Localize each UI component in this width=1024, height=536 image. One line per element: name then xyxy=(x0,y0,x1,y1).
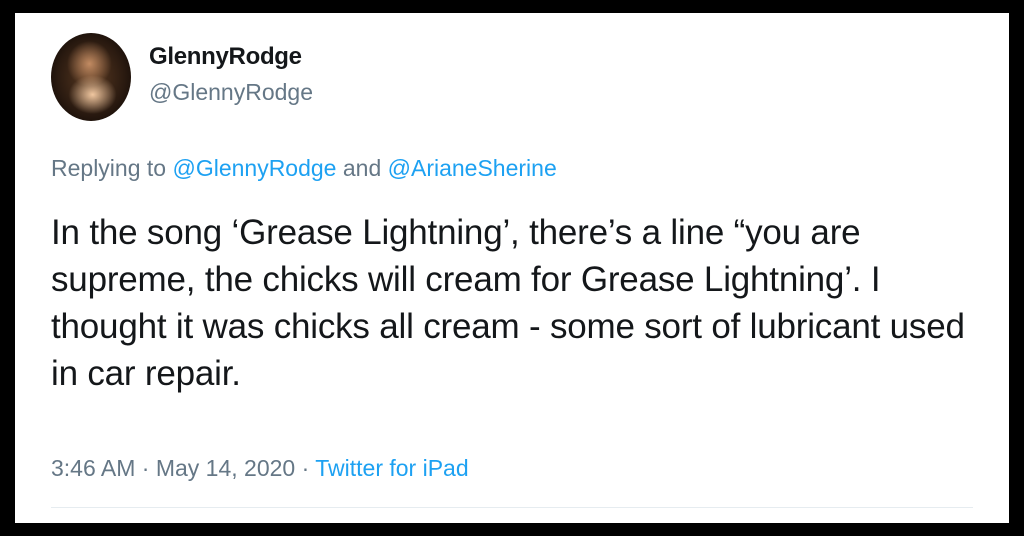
tweet-date[interactable]: May 14, 2020 xyxy=(156,455,295,481)
mention-arianesherine-link[interactable]: @ArianeSherine xyxy=(388,155,557,181)
tweet-meta: 3:46 AM · May 14, 2020 · Twitter for iPa… xyxy=(51,455,469,482)
meta-separator: · xyxy=(295,455,316,481)
mention-glennyrodge-link[interactable]: @GlennyRodge xyxy=(172,155,336,181)
tweet-time[interactable]: 3:46 AM xyxy=(51,455,135,481)
tweet-card: GlennyRodge @GlennyRodge Replying to @Gl… xyxy=(15,13,1009,523)
user-handle[interactable]: @GlennyRodge xyxy=(149,79,313,106)
tweet-source-link[interactable]: Twitter for iPad xyxy=(315,455,468,481)
replying-to-conjunction: and xyxy=(336,155,388,181)
divider xyxy=(51,507,973,508)
replying-to-prefix: Replying to xyxy=(51,155,173,181)
replying-to-line: Replying to @GlennyRodge and @ArianeSher… xyxy=(51,155,557,182)
meta-separator: · xyxy=(135,455,156,481)
display-name[interactable]: GlennyRodge xyxy=(149,43,302,71)
tweet-text: In the song ‘Grease Lightning’, there’s … xyxy=(51,213,965,393)
avatar[interactable] xyxy=(51,33,131,121)
